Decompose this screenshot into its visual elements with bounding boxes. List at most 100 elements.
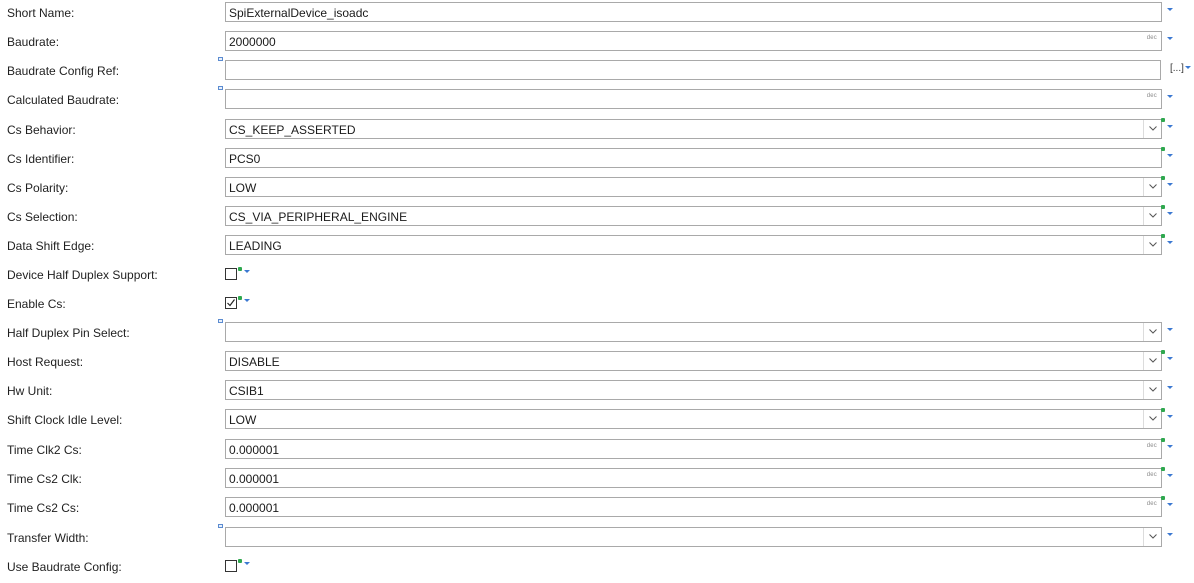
field-menu-dropdown-icon[interactable] [1167, 474, 1173, 477]
label-time-clk2-cs: Time Clk2 Cs: [7, 443, 82, 457]
field-menu-dropdown-icon[interactable] [1167, 212, 1173, 215]
label-short-name: Short Name: [7, 6, 75, 20]
select-half-duplex-pin-select[interactable] [225, 322, 1162, 342]
checkbox-device-half-duplex-support[interactable] [225, 268, 237, 280]
chevron-down-icon[interactable] [1143, 410, 1161, 428]
input-time-cs2-cs[interactable]: 0.000001 dec [225, 497, 1162, 517]
field-menu-dropdown-icon[interactable] [244, 299, 250, 302]
modified-value-icon [1161, 176, 1165, 180]
label-time-cs2-cs: Time Cs2 Cs: [7, 501, 80, 515]
input-value: 2000000 [229, 35, 276, 49]
select-value: LOW [229, 181, 257, 195]
select-cs-polarity[interactable]: LOW [225, 177, 1162, 197]
label-calculated-baudrate: Calculated Baudrate: [7, 93, 120, 107]
field-menu-dropdown-icon[interactable] [1167, 8, 1173, 11]
row-shift-clock-idle-level: Shift Clock Idle Level: LOW [0, 407, 1194, 436]
row-cs-polarity: Cs Polarity: LOW [0, 175, 1194, 204]
row-cs-selection: Cs Selection: CS_VIA_PERIPHERAL_ENGINE [0, 204, 1194, 233]
decimal-format-indicator: dec [1146, 443, 1157, 449]
chevron-down-icon[interactable] [1143, 352, 1161, 370]
input-value: 0.000001 [229, 472, 280, 486]
select-value: CS_VIA_PERIPHERAL_ENGINE [229, 210, 408, 224]
checkbox-use-baudrate-config[interactable] [225, 560, 237, 572]
input-value: PCS0 [229, 152, 261, 166]
label-half-duplex-pin-select: Half Duplex Pin Select: [7, 326, 130, 340]
decimal-format-indicator: dec [1146, 472, 1157, 478]
row-calculated-baudrate: Calculated Baudrate: dec [0, 86, 1194, 116]
row-enable-cs: Enable Cs: [0, 291, 1194, 320]
input-cs-identifier[interactable]: PCS0 [225, 148, 1162, 168]
field-menu-dropdown-icon[interactable] [1167, 95, 1173, 98]
input-baudrate-config-ref[interactable] [225, 60, 1161, 80]
field-menu-dropdown-icon[interactable] [1167, 241, 1173, 244]
chevron-down-icon[interactable] [1143, 528, 1161, 546]
input-time-cs2-clk[interactable]: 0.000001 dec [225, 468, 1162, 488]
label-enable-cs: Enable Cs: [7, 297, 66, 311]
row-time-clk2-cs: Time Clk2 Cs: 0.000001 dec [0, 437, 1194, 466]
field-menu-dropdown-icon[interactable] [1167, 445, 1173, 448]
modified-value-icon [1161, 467, 1165, 471]
label-baudrate-config-ref: Baudrate Config Ref: [7, 64, 120, 78]
field-menu-dropdown-icon[interactable] [1167, 183, 1173, 186]
select-cs-selection[interactable]: CS_VIA_PERIPHERAL_ENGINE [225, 206, 1162, 226]
field-menu-dropdown-icon[interactable] [1167, 328, 1173, 331]
input-calculated-baudrate[interactable]: dec [225, 89, 1162, 109]
row-time-cs2-cs: Time Cs2 Cs: 0.000001 dec [0, 495, 1194, 524]
default-value-icon [218, 57, 223, 61]
modified-value-icon [1161, 408, 1165, 412]
select-value: LEADING [229, 239, 282, 253]
label-device-half-duplex-support: Device Half Duplex Support: [7, 268, 158, 282]
chevron-down-icon[interactable] [1143, 381, 1161, 399]
input-short-name[interactable]: SpiExternalDevice_isoadc [225, 2, 1162, 22]
chevron-down-icon[interactable] [1143, 323, 1161, 341]
checkmark-icon [227, 299, 235, 307]
default-value-icon [218, 524, 223, 528]
field-menu-dropdown-icon[interactable] [1167, 154, 1173, 157]
browse-reference-button[interactable]: [...] [1170, 63, 1184, 74]
row-transfer-width: Transfer Width: [0, 524, 1194, 554]
select-host-request[interactable]: DISABLE [225, 351, 1162, 371]
input-value: 0.000001 [229, 443, 280, 457]
select-value: CSIB1 [229, 384, 264, 398]
row-host-request: Host Request: DISABLE [0, 349, 1194, 378]
select-cs-behavior[interactable]: CS_KEEP_ASSERTED [225, 119, 1162, 139]
field-menu-dropdown-icon[interactable] [1185, 66, 1191, 69]
default-value-icon [218, 319, 223, 323]
field-menu-dropdown-icon[interactable] [1167, 357, 1173, 360]
default-value-icon [218, 86, 223, 90]
modified-value-icon [1161, 496, 1165, 500]
select-value: CS_KEEP_ASSERTED [229, 123, 356, 137]
field-menu-dropdown-icon[interactable] [1167, 386, 1173, 389]
select-shift-clock-idle-level[interactable]: LOW [225, 409, 1162, 429]
label-cs-selection: Cs Selection: [7, 210, 78, 224]
chevron-down-icon[interactable] [1143, 120, 1161, 138]
chevron-down-icon[interactable] [1143, 207, 1161, 225]
chevron-down-icon[interactable] [1143, 178, 1161, 196]
modified-value-icon [1161, 234, 1165, 238]
field-menu-dropdown-icon[interactable] [1167, 533, 1173, 536]
field-menu-dropdown-icon[interactable] [1167, 125, 1173, 128]
select-hw-unit[interactable]: CSIB1 [225, 380, 1162, 400]
row-use-baudrate-config: Use Baudrate Config: [0, 554, 1194, 583]
modified-value-icon [238, 296, 242, 300]
field-menu-dropdown-icon[interactable] [1167, 503, 1173, 506]
label-baudrate: Baudrate: [7, 35, 60, 49]
field-menu-dropdown-icon[interactable] [244, 270, 250, 273]
select-transfer-width[interactable] [225, 527, 1162, 547]
modified-value-icon [1161, 350, 1165, 354]
field-menu-dropdown-icon[interactable] [1167, 415, 1173, 418]
field-menu-dropdown-icon[interactable] [1167, 37, 1173, 40]
row-hw-unit: Hw Unit: CSIB1 [0, 378, 1194, 407]
row-cs-identifier: Cs Identifier: PCS0 [0, 146, 1194, 175]
checkbox-enable-cs[interactable] [225, 297, 237, 309]
modified-value-icon [1161, 205, 1165, 209]
modified-value-icon [238, 267, 242, 271]
chevron-down-icon[interactable] [1143, 236, 1161, 254]
field-menu-dropdown-icon[interactable] [244, 562, 250, 565]
row-baudrate-config-ref: Baudrate Config Ref: [...] [0, 57, 1194, 87]
input-time-clk2-cs[interactable]: 0.000001 dec [225, 439, 1162, 459]
decimal-format-indicator: dec [1146, 35, 1157, 41]
select-data-shift-edge[interactable]: LEADING [225, 235, 1162, 255]
input-baudrate[interactable]: 2000000 dec [225, 31, 1162, 51]
row-half-duplex-pin-select: Half Duplex Pin Select: [0, 319, 1194, 349]
